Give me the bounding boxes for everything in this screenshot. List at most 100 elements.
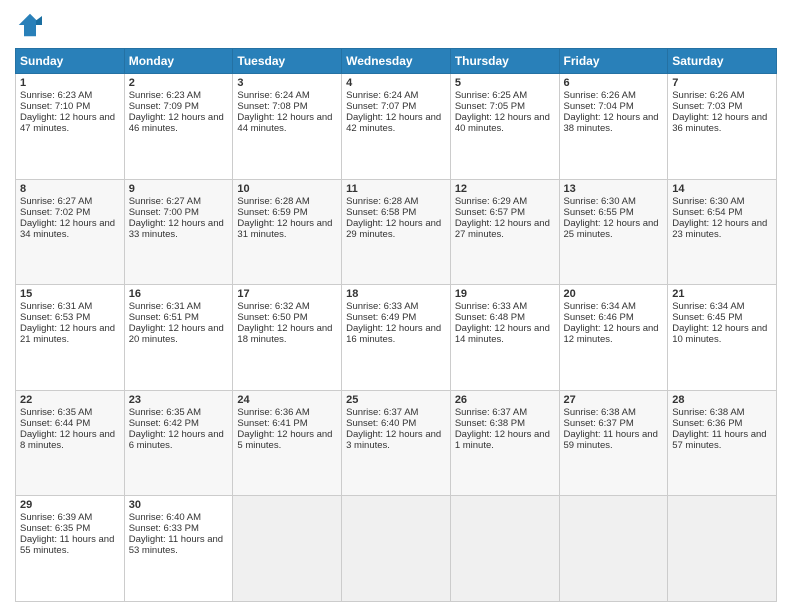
sunset-label: Sunset: 6:40 PM [346,418,416,429]
daylight-label: Daylight: 12 hours and 21 minutes. [20,323,115,345]
daylight-label: Daylight: 12 hours and 1 minute. [455,429,550,451]
calendar-cell [559,496,668,602]
calendar-cell: 24Sunrise: 6:36 AMSunset: 6:41 PMDayligh… [233,390,342,496]
calendar-week-row: 29Sunrise: 6:39 AMSunset: 6:35 PMDayligh… [16,496,777,602]
calendar-cell: 14Sunrise: 6:30 AMSunset: 6:54 PMDayligh… [668,179,777,285]
calendar-cell: 11Sunrise: 6:28 AMSunset: 6:58 PMDayligh… [342,179,451,285]
day-number: 13 [564,183,664,195]
calendar-cell: 23Sunrise: 6:35 AMSunset: 6:42 PMDayligh… [124,390,233,496]
day-number: 6 [564,77,664,89]
sunrise-label: Sunrise: 6:27 AM [129,196,201,207]
sunrise-label: Sunrise: 6:37 AM [346,407,418,418]
day-number: 2 [129,77,229,89]
day-number: 26 [455,394,555,406]
day-number: 15 [20,288,120,300]
day-number: 11 [346,183,446,195]
sunrise-label: Sunrise: 6:28 AM [346,196,418,207]
day-number: 1 [20,77,120,89]
sunrise-label: Sunrise: 6:23 AM [129,90,201,101]
daylight-label: Daylight: 12 hours and 31 minutes. [237,218,332,240]
sunset-label: Sunset: 6:55 PM [564,207,634,218]
calendar-header-wednesday: Wednesday [342,49,451,74]
day-number: 14 [672,183,772,195]
sunset-label: Sunset: 7:05 PM [455,101,525,112]
calendar-cell: 1Sunrise: 6:23 AMSunset: 7:10 PMDaylight… [16,74,125,180]
daylight-label: Daylight: 12 hours and 40 minutes. [455,112,550,134]
sunset-label: Sunset: 6:45 PM [672,312,742,323]
day-number: 25 [346,394,446,406]
calendar-cell: 5Sunrise: 6:25 AMSunset: 7:05 PMDaylight… [450,74,559,180]
daylight-label: Daylight: 11 hours and 53 minutes. [129,534,223,556]
calendar-cell: 2Sunrise: 6:23 AMSunset: 7:09 PMDaylight… [124,74,233,180]
sunset-label: Sunset: 7:03 PM [672,101,742,112]
calendar-cell [668,496,777,602]
logo-icon [15,10,45,40]
sunset-label: Sunset: 6:48 PM [455,312,525,323]
daylight-label: Daylight: 12 hours and 12 minutes. [564,323,659,345]
sunset-label: Sunset: 7:02 PM [20,207,90,218]
sunrise-label: Sunrise: 6:31 AM [129,301,201,312]
daylight-label: Daylight: 12 hours and 47 minutes. [20,112,115,134]
sunset-label: Sunset: 6:50 PM [237,312,307,323]
calendar-cell: 17Sunrise: 6:32 AMSunset: 6:50 PMDayligh… [233,285,342,391]
calendar-cell: 6Sunrise: 6:26 AMSunset: 7:04 PMDaylight… [559,74,668,180]
calendar-cell [233,496,342,602]
daylight-label: Daylight: 12 hours and 23 minutes. [672,218,767,240]
day-number: 9 [129,183,229,195]
sunrise-label: Sunrise: 6:24 AM [346,90,418,101]
day-number: 22 [20,394,120,406]
sunset-label: Sunset: 6:42 PM [129,418,199,429]
sunset-label: Sunset: 6:44 PM [20,418,90,429]
daylight-label: Daylight: 12 hours and 8 minutes. [20,429,115,451]
calendar-header-monday: Monday [124,49,233,74]
day-number: 24 [237,394,337,406]
sunrise-label: Sunrise: 6:37 AM [455,407,527,418]
daylight-label: Daylight: 12 hours and 46 minutes. [129,112,224,134]
sunrise-label: Sunrise: 6:38 AM [564,407,636,418]
sunrise-label: Sunrise: 6:33 AM [346,301,418,312]
sunrise-label: Sunrise: 6:25 AM [455,90,527,101]
daylight-label: Daylight: 12 hours and 29 minutes. [346,218,441,240]
daylight-label: Daylight: 11 hours and 57 minutes. [672,429,766,451]
sunrise-label: Sunrise: 6:38 AM [672,407,744,418]
sunrise-label: Sunrise: 6:31 AM [20,301,92,312]
day-number: 23 [129,394,229,406]
calendar-cell: 16Sunrise: 6:31 AMSunset: 6:51 PMDayligh… [124,285,233,391]
calendar-cell: 28Sunrise: 6:38 AMSunset: 6:36 PMDayligh… [668,390,777,496]
sunset-label: Sunset: 6:59 PM [237,207,307,218]
sunrise-label: Sunrise: 6:36 AM [237,407,309,418]
calendar-header-row: SundayMondayTuesdayWednesdayThursdayFrid… [16,49,777,74]
daylight-label: Daylight: 12 hours and 3 minutes. [346,429,441,451]
sunrise-label: Sunrise: 6:40 AM [129,512,201,523]
day-number: 16 [129,288,229,300]
sunrise-label: Sunrise: 6:35 AM [20,407,92,418]
daylight-label: Daylight: 12 hours and 36 minutes. [672,112,767,134]
calendar-week-row: 15Sunrise: 6:31 AMSunset: 6:53 PMDayligh… [16,285,777,391]
calendar-header-saturday: Saturday [668,49,777,74]
day-number: 12 [455,183,555,195]
sunset-label: Sunset: 6:53 PM [20,312,90,323]
calendar-cell: 3Sunrise: 6:24 AMSunset: 7:08 PMDaylight… [233,74,342,180]
sunset-label: Sunset: 7:00 PM [129,207,199,218]
daylight-label: Daylight: 12 hours and 33 minutes. [129,218,224,240]
day-number: 10 [237,183,337,195]
daylight-label: Daylight: 12 hours and 10 minutes. [672,323,767,345]
calendar-cell: 8Sunrise: 6:27 AMSunset: 7:02 PMDaylight… [16,179,125,285]
daylight-label: Daylight: 12 hours and 6 minutes. [129,429,224,451]
sunrise-label: Sunrise: 6:23 AM [20,90,92,101]
sunset-label: Sunset: 6:58 PM [346,207,416,218]
calendar-header-sunday: Sunday [16,49,125,74]
day-number: 28 [672,394,772,406]
calendar-cell: 29Sunrise: 6:39 AMSunset: 6:35 PMDayligh… [16,496,125,602]
calendar-cell: 22Sunrise: 6:35 AMSunset: 6:44 PMDayligh… [16,390,125,496]
sunset-label: Sunset: 6:51 PM [129,312,199,323]
calendar-cell: 9Sunrise: 6:27 AMSunset: 7:00 PMDaylight… [124,179,233,285]
calendar-cell: 26Sunrise: 6:37 AMSunset: 6:38 PMDayligh… [450,390,559,496]
sunrise-label: Sunrise: 6:30 AM [564,196,636,207]
day-number: 29 [20,499,120,511]
calendar-cell: 18Sunrise: 6:33 AMSunset: 6:49 PMDayligh… [342,285,451,391]
sunset-label: Sunset: 6:46 PM [564,312,634,323]
daylight-label: Daylight: 12 hours and 25 minutes. [564,218,659,240]
sunrise-label: Sunrise: 6:28 AM [237,196,309,207]
daylight-label: Daylight: 12 hours and 42 minutes. [346,112,441,134]
